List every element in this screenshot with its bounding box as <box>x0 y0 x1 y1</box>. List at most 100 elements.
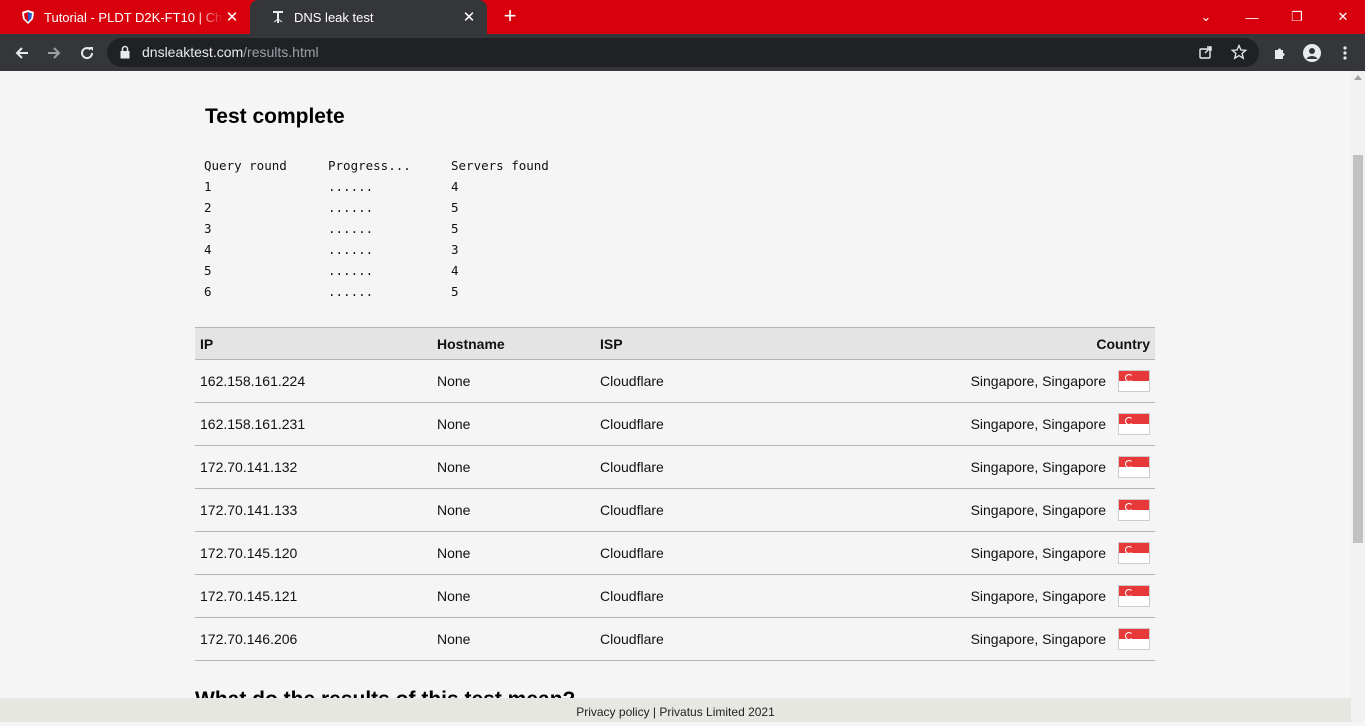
hostname-cell: None <box>437 588 471 604</box>
lock-icon <box>120 45 130 59</box>
isp-cell: Cloudflare <box>600 545 664 561</box>
servers-found: 4 <box>451 179 459 194</box>
singapore-flag-icon <box>1118 499 1150 521</box>
address-bar[interactable]: dnsleaktest.com/results.html <box>107 38 1259 67</box>
browser-titlebar: Tutorial - PLDT D2K-FT10 | Change ✕ DNS … <box>0 0 1365 34</box>
isp-cell: Cloudflare <box>600 631 664 647</box>
isp-cell: Cloudflare <box>600 588 664 604</box>
tab-dns-leak-test[interactable]: DNS leak test ✕ <box>250 0 487 34</box>
bookmark-star-icon[interactable] <box>1230 43 1248 65</box>
table-row: 172.70.141.133 None Cloudflare Singapore… <box>195 489 1155 532</box>
query-row: 3 ...... 5 <box>204 220 601 241</box>
singapore-flag-icon <box>1118 585 1150 607</box>
results-table: IP Hostname ISP Country 162.158.161.224 … <box>195 327 1155 661</box>
minimize-icon[interactable]: — <box>1229 0 1275 34</box>
query-row: 1 ...... 4 <box>204 178 601 199</box>
results-header-row: IP Hostname ISP Country <box>195 327 1155 360</box>
extensions-puzzle-icon[interactable] <box>1266 39 1294 67</box>
query-row: 6 ...... 5 <box>204 283 601 304</box>
country-cell: Singapore, Singapore <box>900 542 1155 564</box>
query-progress: ...... <box>328 242 374 257</box>
column-header-hostname: Hostname <box>437 335 505 352</box>
country-text: Singapore, Singapore <box>970 588 1106 604</box>
query-progress: ...... <box>328 221 374 236</box>
hostname-cell: None <box>437 502 471 518</box>
query-round: 3 <box>204 221 212 236</box>
page-scrollbar[interactable] <box>1351 71 1365 722</box>
country-cell: Singapore, Singapore <box>900 413 1155 435</box>
tab-title: DNS leak test <box>294 9 374 25</box>
close-tab-icon[interactable]: ✕ <box>461 8 477 26</box>
country-cell: Singapore, Singapore <box>900 499 1155 521</box>
table-row: 172.70.145.121 None Cloudflare Singapore… <box>195 575 1155 618</box>
servers-found: 5 <box>451 221 459 236</box>
footer-company: Privatus Limited 2021 <box>659 705 775 719</box>
column-header-ip: IP <box>200 335 214 352</box>
column-header-country: Country <box>1096 335 1150 352</box>
query-header: Servers found <box>451 158 549 173</box>
query-header: Progress... <box>328 158 411 173</box>
hostname-cell: None <box>437 416 471 432</box>
query-round: 2 <box>204 200 212 215</box>
ip-cell: 162.158.161.224 <box>200 373 306 389</box>
close-tab-icon[interactable]: ✕ <box>224 8 240 26</box>
hostname-cell: None <box>437 631 471 647</box>
servers-found: 3 <box>451 242 459 257</box>
country-cell: Singapore, Singapore <box>900 370 1155 392</box>
reload-icon[interactable] <box>73 39 101 67</box>
query-round: 1 <box>204 179 212 194</box>
forward-arrow-icon[interactable] <box>40 39 68 67</box>
close-window-icon[interactable]: ✕ <box>1320 0 1365 34</box>
query-progress: ...... <box>328 200 374 215</box>
country-cell: Singapore, Singapore <box>900 585 1155 607</box>
ip-cell: 172.70.145.121 <box>200 588 298 604</box>
query-row: 5 ...... 4 <box>204 262 601 283</box>
dnsleak-icon <box>270 9 286 25</box>
query-progress: ...... <box>328 263 374 278</box>
privacy-policy-link[interactable]: Privacy policy <box>576 705 649 719</box>
tab-title: Tutorial - PLDT D2K-FT10 | Change <box>44 9 224 25</box>
servers-found: 4 <box>451 263 459 278</box>
query-row: 4 ...... 3 <box>204 241 601 262</box>
menu-kebab-icon[interactable] <box>1331 39 1359 67</box>
query-round: 5 <box>204 263 212 278</box>
query-rounds-table: Query round Progress... Servers found 1 … <box>204 157 601 304</box>
servers-found: 5 <box>451 284 459 299</box>
ip-cell: 172.70.146.206 <box>200 631 298 647</box>
query-row: 2 ...... 5 <box>204 199 601 220</box>
isp-cell: Cloudflare <box>600 373 664 389</box>
tab-tutorial[interactable]: Tutorial - PLDT D2K-FT10 | Change ✕ <box>0 0 250 34</box>
country-text: Singapore, Singapore <box>970 545 1106 561</box>
url-path: /results.html <box>243 44 319 60</box>
country-text: Singapore, Singapore <box>970 416 1106 432</box>
profile-avatar-icon[interactable] <box>1298 39 1326 67</box>
isp-cell: Cloudflare <box>600 502 664 518</box>
query-header: Query round <box>204 158 287 173</box>
singapore-flag-icon <box>1118 370 1150 392</box>
page-content: Test complete Query round Progress... Se… <box>0 71 1351 722</box>
url-text: dnsleaktest.com/results.html <box>142 44 319 60</box>
query-round: 4 <box>204 242 212 257</box>
new-tab-button[interactable]: + <box>498 4 522 28</box>
hostname-cell: None <box>437 459 471 475</box>
restore-icon[interactable]: ❐ <box>1274 0 1320 34</box>
hostname-cell: None <box>437 373 471 389</box>
isp-cell: Cloudflare <box>600 459 664 475</box>
country-text: Singapore, Singapore <box>970 502 1106 518</box>
hostname-cell: None <box>437 545 471 561</box>
query-header-row: Query round Progress... Servers found <box>204 157 601 178</box>
shield-icon <box>20 9 36 25</box>
country-cell: Singapore, Singapore <box>900 628 1155 650</box>
table-row: 172.70.146.206 None Cloudflare Singapore… <box>195 618 1155 661</box>
tab-search-chevron-icon[interactable]: ⌄ <box>1183 0 1229 34</box>
ip-cell: 162.158.161.231 <box>200 416 306 432</box>
browser-toolbar: dnsleaktest.com/results.html <box>0 34 1365 71</box>
table-row: 172.70.141.132 None Cloudflare Singapore… <box>195 446 1155 489</box>
back-arrow-icon[interactable] <box>8 39 36 67</box>
column-header-isp: ISP <box>600 335 623 352</box>
singapore-flag-icon <box>1118 542 1150 564</box>
share-icon[interactable] <box>1198 44 1214 65</box>
scrollbar-thumb[interactable] <box>1353 155 1363 543</box>
url-host: dnsleaktest.com <box>142 44 244 60</box>
scroll-up-arrow-icon[interactable] <box>1354 75 1362 80</box>
